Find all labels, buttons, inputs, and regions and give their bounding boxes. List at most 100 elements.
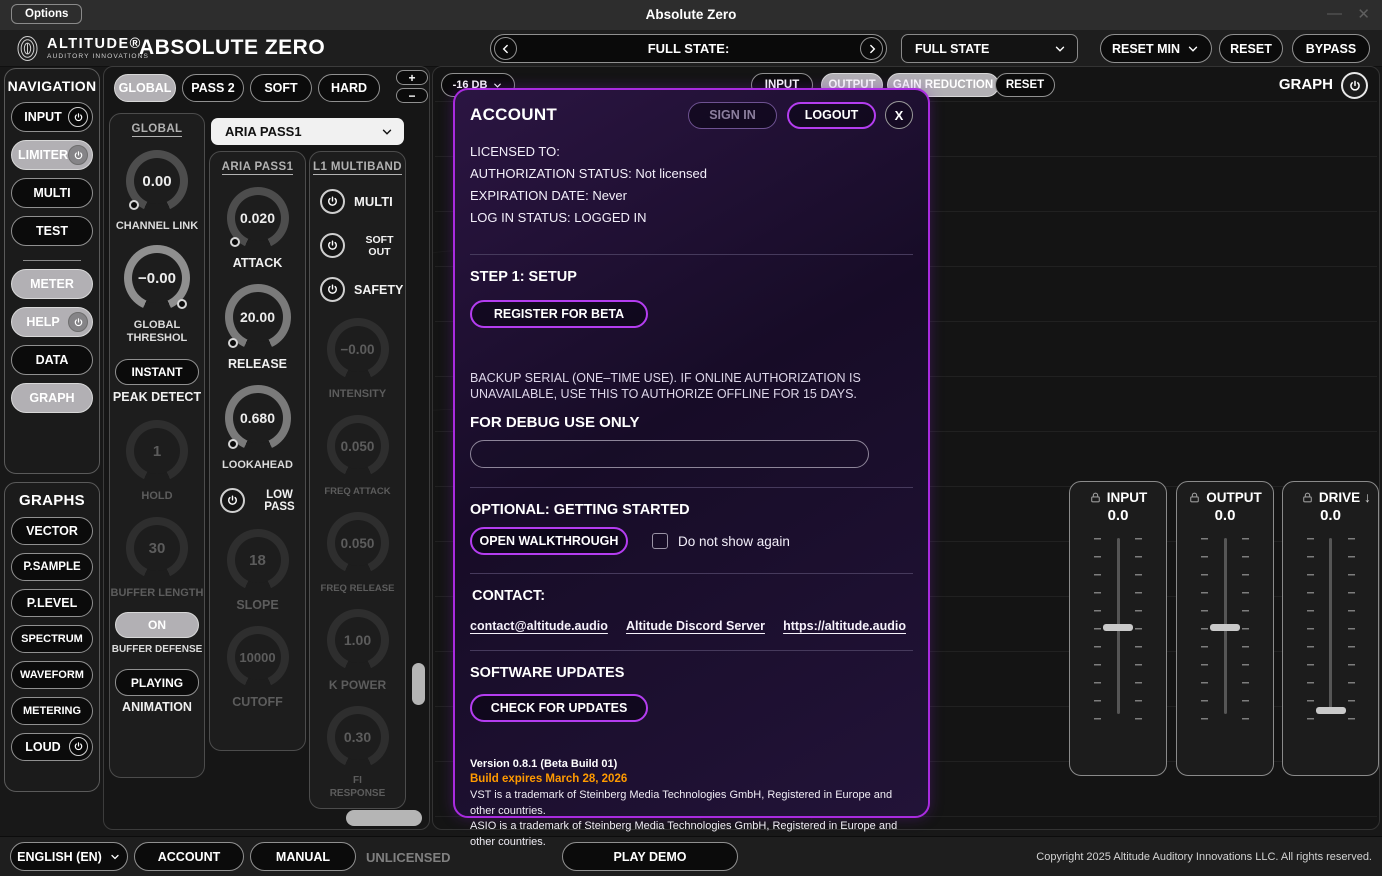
preset-navigator: FULL STATE:	[490, 34, 887, 63]
vertical-scrollbar-thumb[interactable]	[412, 663, 425, 705]
sidebar-item-multi[interactable]: MULTI	[11, 178, 93, 208]
license-status: UNLICENSED	[366, 850, 451, 865]
global-column: GLOBAL 0.00 CHANNEL LINK −0.00 GLOBAL TH…	[109, 113, 205, 778]
sidebar-item-vector[interactable]: VECTOR	[11, 517, 93, 545]
knob-label: ATTACK	[210, 257, 305, 270]
sidebar-item-input[interactable]: INPUT	[11, 102, 93, 132]
contact-email-link[interactable]: contact@altitude.audio	[470, 619, 608, 633]
website-link[interactable]: https://altitude.audio	[783, 619, 906, 633]
toggle-label: SAFETY	[354, 283, 403, 297]
zoom-in-button[interactable]: +	[396, 70, 428, 85]
open-walkthrough-button[interactable]: OPEN WALKTHROUGH	[470, 527, 628, 555]
fader-thumb[interactable]	[1103, 624, 1133, 631]
chevron-down-icon	[109, 851, 121, 863]
drive-fader[interactable]	[1303, 538, 1359, 720]
buffer-length-knob[interactable]: 30	[126, 517, 188, 579]
knob-label: LOOKAHEAD	[210, 459, 305, 472]
reset-min-button[interactable]: RESET MIN	[1100, 34, 1212, 63]
discord-server-link[interactable]: Altitude Discord Server	[626, 619, 765, 633]
down-arrow-icon[interactable]: ↓	[1364, 489, 1371, 505]
minimize-icon[interactable]: —	[1327, 5, 1342, 22]
power-icon	[320, 189, 345, 214]
limiter-panel: GLOBAL PASS 2 SOFT HARD + − ARIA PASS1 G…	[103, 66, 430, 830]
safety-toggle[interactable]: SAFETY	[310, 277, 405, 302]
do-not-show-checkbox[interactable]	[652, 533, 668, 549]
fader-thumb[interactable]	[1210, 624, 1240, 631]
bypass-button[interactable]: BYPASS	[1292, 34, 1370, 63]
lock-icon[interactable]	[1188, 491, 1201, 504]
check-for-updates-button[interactable]: CHECK FOR UPDATES	[470, 694, 648, 722]
fi-response-knob[interactable]: 0.30	[327, 706, 389, 768]
cutoff-knob[interactable]: 10000	[227, 626, 289, 688]
tab-global[interactable]: GLOBAL	[114, 74, 176, 102]
tab-pass2[interactable]: PASS 2	[182, 74, 244, 102]
preset-select[interactable]: FULL STATE	[901, 34, 1078, 63]
sidebar-item-metering[interactable]: METERING	[11, 697, 93, 725]
animation-toggle[interactable]: PLAYING	[115, 669, 199, 696]
sidebar-item-help[interactable]: HELP	[11, 307, 93, 337]
tab-soft[interactable]: SOFT	[250, 74, 312, 102]
sidebar-item-test[interactable]: TEST	[11, 216, 93, 246]
sidebar-item-spectrum[interactable]: SPECTRUM	[11, 625, 93, 653]
knob-label: FREQ RELEASE	[310, 582, 405, 595]
contact-title: CONTACT:	[472, 588, 913, 604]
knob-label: RELEASE	[210, 358, 305, 371]
hold-knob[interactable]: 1	[126, 420, 188, 482]
sidebar-item-psample[interactable]: P.SAMPLE	[11, 553, 93, 581]
freq-release-knob[interactable]: 0.050	[327, 512, 389, 574]
tab-hard[interactable]: HARD	[318, 74, 380, 102]
account-button[interactable]: ACCOUNT	[134, 842, 244, 871]
pass-select[interactable]: ARIA PASS1	[211, 118, 404, 145]
sidebar-item-data[interactable]: DATA	[11, 345, 93, 375]
register-for-beta-button[interactable]: REGISTER FOR BETA	[470, 300, 648, 328]
intensity-knob[interactable]: −0.00	[327, 318, 389, 380]
debug-serial-input[interactable]	[470, 440, 869, 468]
soft-out-toggle[interactable]: SOFT OUT	[310, 233, 405, 258]
sidebar-item-graph[interactable]: GRAPH	[11, 383, 93, 413]
dialog-close-button[interactable]: X	[885, 101, 913, 129]
slope-knob[interactable]: 18	[227, 529, 289, 591]
horizontal-scrollbar-thumb[interactable]	[346, 810, 422, 826]
graph-power-button[interactable]	[1341, 72, 1368, 99]
global-threshold-knob[interactable]: −0.00	[124, 245, 190, 311]
sidebar-item-waveform[interactable]: WAVEFORM	[11, 661, 93, 689]
sidebar-item-limiter[interactable]: LIMITER	[11, 140, 93, 170]
logout-button[interactable]: LOGOUT	[787, 102, 876, 129]
chevron-right-icon	[865, 42, 879, 56]
preset-next-button[interactable]	[860, 37, 883, 60]
power-icon	[69, 737, 88, 756]
manual-button[interactable]: MANUAL	[250, 842, 356, 871]
graph-reset-button[interactable]: RESET	[995, 73, 1055, 97]
zoom-out-button[interactable]: −	[396, 88, 428, 103]
freq-attack-knob[interactable]: 0.050	[327, 415, 389, 477]
release-knob[interactable]: 20.00	[225, 284, 291, 350]
language-select[interactable]: ENGLISH (EN)	[10, 842, 128, 871]
buffer-defense-toggle[interactable]: ON	[115, 612, 199, 638]
sidebar-item-loud[interactable]: LOUD	[11, 733, 93, 761]
lock-icon[interactable]	[1089, 491, 1102, 504]
input-fader[interactable]	[1090, 538, 1146, 720]
close-icon[interactable]: ✕	[1357, 5, 1370, 23]
column-header: L1 MULTIBAND	[313, 161, 402, 175]
sidebar-item-label: DATA	[12, 353, 92, 367]
attack-knob[interactable]: 0.020	[227, 187, 289, 249]
sidebar-item-plevel[interactable]: P.LEVEL	[11, 589, 93, 617]
power-icon	[220, 488, 245, 513]
sidebar-item-meter[interactable]: METER	[11, 269, 93, 299]
fader-thumb[interactable]	[1316, 707, 1346, 714]
sidebar-item-label: MULTI	[12, 186, 92, 200]
reset-button[interactable]: RESET	[1219, 34, 1283, 63]
lookahead-knob[interactable]: 0.680	[225, 385, 291, 451]
multi-toggle[interactable]: MULTI	[310, 189, 405, 214]
low-pass-toggle[interactable]: LOW PASS	[210, 488, 305, 513]
peak-detect-toggle[interactable]: INSTANT	[115, 359, 199, 385]
licensed-to-line: LICENSED TO:	[470, 141, 913, 163]
sign-in-button[interactable]: SIGN IN	[688, 102, 777, 129]
sidebar-item-label: VECTOR	[12, 524, 92, 538]
peak-detect-label: PEAK DETECT	[110, 391, 204, 404]
output-fader[interactable]	[1197, 538, 1253, 720]
preset-prev-button[interactable]	[494, 37, 517, 60]
channel-link-knob[interactable]: 0.00	[126, 150, 188, 212]
lock-icon[interactable]	[1301, 491, 1314, 504]
k-power-knob[interactable]: 1.00	[327, 609, 389, 671]
